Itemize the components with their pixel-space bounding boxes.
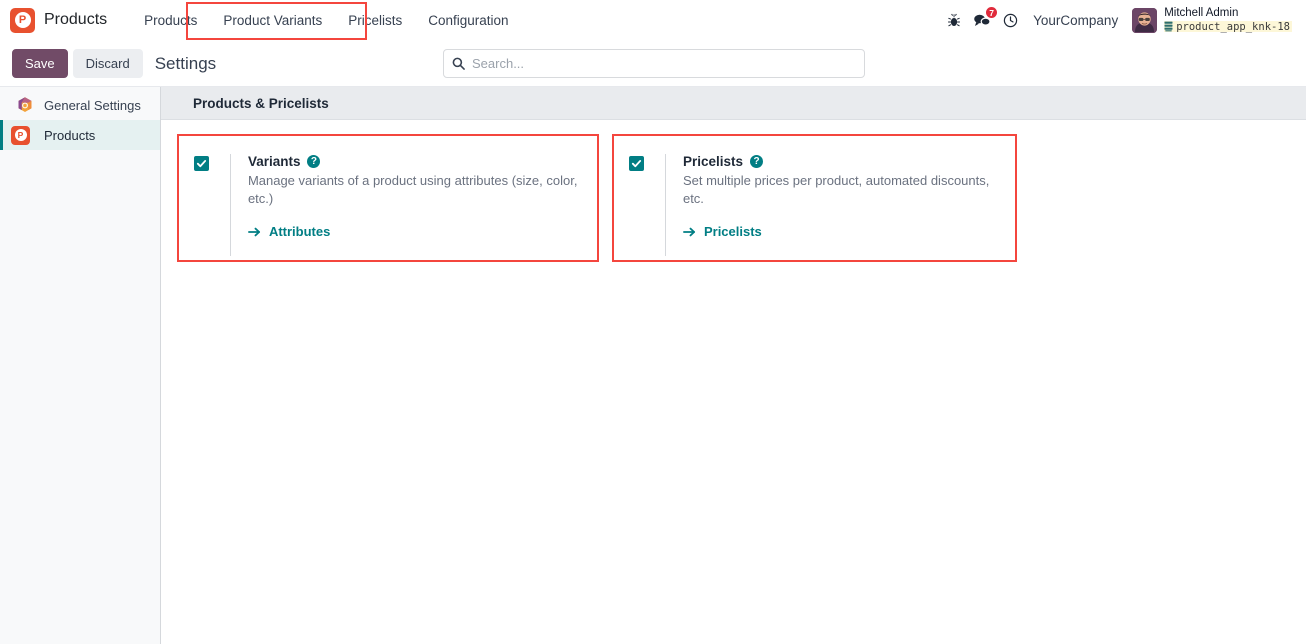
link-label: Pricelists xyxy=(703,224,762,240)
nav-item-products[interactable]: Products xyxy=(131,0,210,41)
settings-gear-icon xyxy=(15,95,35,115)
setting-description: Set multiple prices per product, automat… xyxy=(682,173,990,206)
section-title: Products & Pricelists xyxy=(161,87,1306,120)
page-body: General Settings P Products Products & P… xyxy=(0,86,1306,644)
products-icon-square: P xyxy=(11,125,30,145)
user-menu[interactable]: Mitchell Admin product_app_knk-18 xyxy=(1132,6,1292,33)
user-name: Mitchell Admin xyxy=(1164,6,1239,19)
products-icon-letter: P xyxy=(14,129,27,141)
app-title: Products xyxy=(44,11,108,28)
help-icon[interactable]: ? xyxy=(307,155,321,168)
nav-item-configuration[interactable]: Configuration xyxy=(415,0,521,41)
sidebar-item-label: General Settings xyxy=(44,97,141,113)
nav-item-product-variants[interactable]: Product Variants xyxy=(210,0,335,41)
sidebar-item-products[interactable]: P Products xyxy=(0,120,160,150)
clock-icon[interactable] xyxy=(997,5,1023,35)
navbar-right-tools: 7 YourCompany Mitchell Admin product_app… xyxy=(941,0,1298,41)
breadcrumb: Settings xyxy=(154,53,217,73)
database-icon xyxy=(1164,21,1173,32)
settings-grid: Variants ? Manage variants of a product … xyxy=(161,120,1306,268)
variants-setting-body: Variants ? Manage variants of a product … xyxy=(248,154,584,243)
attributes-link[interactable]: Attributes xyxy=(247,224,331,240)
arrow-right-icon xyxy=(683,226,696,238)
nav-item-pricelists[interactable]: Pricelists xyxy=(335,0,415,41)
discard-button[interactable]: Discard xyxy=(72,49,143,78)
search-icon xyxy=(452,57,465,70)
setting-card-variants: Variants ? Manage variants of a product … xyxy=(178,140,600,268)
pricelists-setting-body: Pricelists ? Set multiple prices per pro… xyxy=(683,154,1002,243)
avatar xyxy=(1132,7,1158,33)
pricelists-checkbox-col xyxy=(629,154,665,171)
database-name: product_app_knk-18 xyxy=(1176,20,1290,33)
pricelists-link[interactable]: Pricelists xyxy=(683,224,762,239)
products-app-icon: P xyxy=(11,125,35,145)
settings-sidebar: General Settings P Products xyxy=(0,87,161,644)
setting-description: Manage variants of a product using attri… xyxy=(247,173,578,206)
variants-checkbox[interactable] xyxy=(194,156,209,171)
sidebar-item-general-settings[interactable]: General Settings xyxy=(0,90,160,120)
messages-icon[interactable]: 7 xyxy=(967,5,999,35)
app-logo-letter: P xyxy=(14,12,31,28)
navbar-menu: Products Product Variants Pricelists Con… xyxy=(131,0,521,41)
save-button[interactable]: Save xyxy=(12,49,68,78)
database-tag: product_app_knk-18 xyxy=(1164,20,1292,33)
setting-card-pricelists: Pricelists ? Set multiple prices per pro… xyxy=(613,140,1018,268)
sidebar-item-label: Products xyxy=(44,127,96,143)
setting-divider xyxy=(230,154,231,256)
top-navbar: P Products Products Product Variants Pri… xyxy=(0,0,1306,41)
link-label: Attributes xyxy=(268,224,331,240)
variants-checkbox-col xyxy=(194,154,230,171)
setting-title: Pricelists xyxy=(682,154,744,169)
settings-content: Products & Pricelists Variants ? Manage … xyxy=(161,87,1306,644)
company-switcher[interactable]: YourCompany xyxy=(1033,13,1118,28)
help-icon[interactable]: ? xyxy=(750,155,764,168)
bug-icon[interactable] xyxy=(941,5,967,35)
arrow-right-icon xyxy=(247,226,261,238)
search-box[interactable] xyxy=(443,49,865,78)
setting-title: Variants xyxy=(247,154,301,169)
setting-divider xyxy=(665,154,666,256)
pricelists-title-row: Pricelists ? xyxy=(683,154,1002,169)
variants-title-row: Variants ? xyxy=(248,154,584,169)
search-input[interactable] xyxy=(472,56,856,71)
user-info: Mitchell Admin product_app_knk-18 xyxy=(1164,6,1292,33)
pricelists-checkbox[interactable] xyxy=(629,156,644,171)
products-app-icon[interactable]: P xyxy=(10,7,35,33)
